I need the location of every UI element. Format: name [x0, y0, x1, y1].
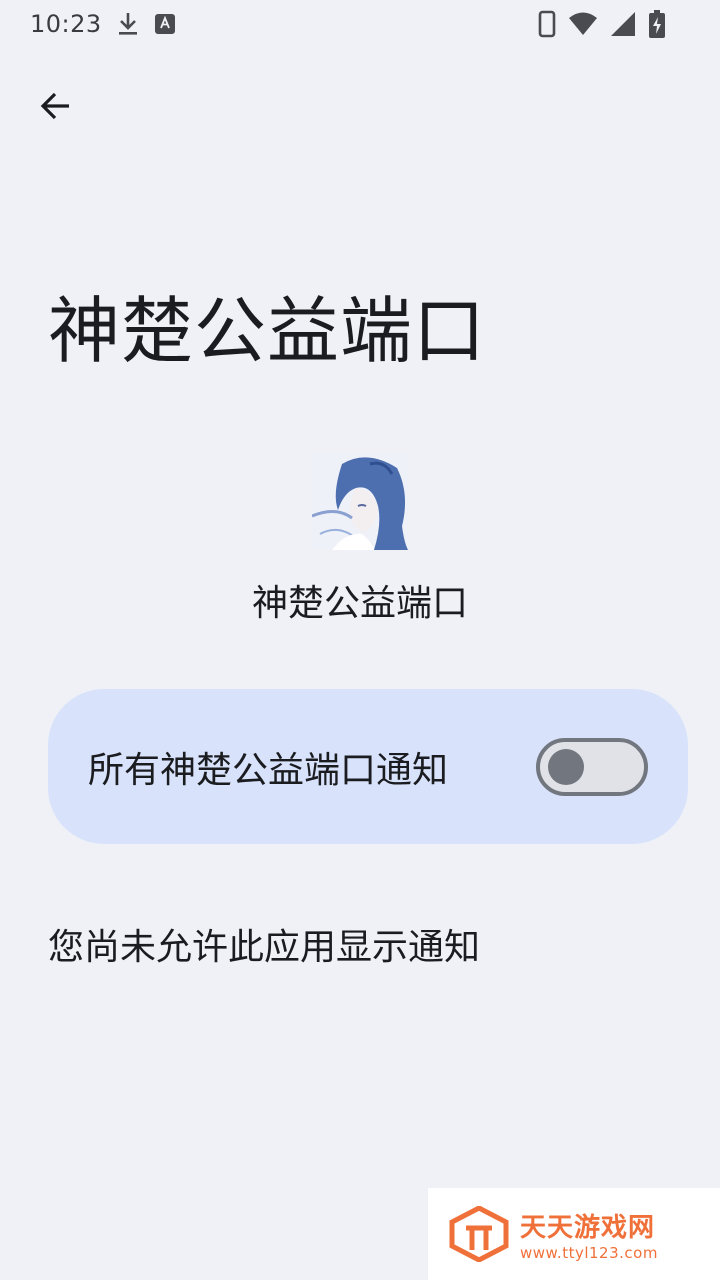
app-name: 神楚公益端口 [251, 583, 468, 624]
app-icon [312, 454, 408, 550]
phone-icon [538, 10, 556, 38]
toggle-thumb [548, 748, 584, 785]
keyboard-a-icon [154, 13, 176, 35]
notifications-label: 所有神楚公益端口通知 [88, 749, 449, 791]
notifications-disabled-message: 您尚未允许此应用显示通知 [48, 927, 481, 968]
watermark: 天天游戏网 www.ttyl123.com [428, 1188, 720, 1280]
back-button[interactable] [28, 78, 84, 134]
watermark-url: www.ttyl123.com [520, 1243, 658, 1262]
all-notifications-setting[interactable]: 所有神楚公益端口通知 [48, 689, 688, 844]
watermark-logo-icon [449, 1206, 509, 1262]
status-time: 10:23 [30, 10, 102, 38]
watermark-title: 天天游戏网 [520, 1212, 656, 1243]
battery-charging-icon [648, 9, 666, 39]
arrow-left-icon [40, 92, 69, 120]
watermark-text: 天天游戏网 www.ttyl123.com [520, 1207, 658, 1262]
screen: 10:23 神楚公益端口 神楚公益端口 所有神楚公益端口通知 您尚未允许此应用显… [0, 0, 720, 1280]
status-bar-left: 10:23 [30, 10, 176, 38]
notifications-toggle[interactable] [536, 737, 648, 796]
download-icon [116, 11, 140, 37]
status-bar: 10:23 [0, 0, 720, 48]
page-title: 神楚公益端口 [48, 289, 487, 373]
signal-icon [610, 11, 636, 37]
status-bar-right [538, 9, 690, 39]
wifi-icon [568, 12, 598, 36]
